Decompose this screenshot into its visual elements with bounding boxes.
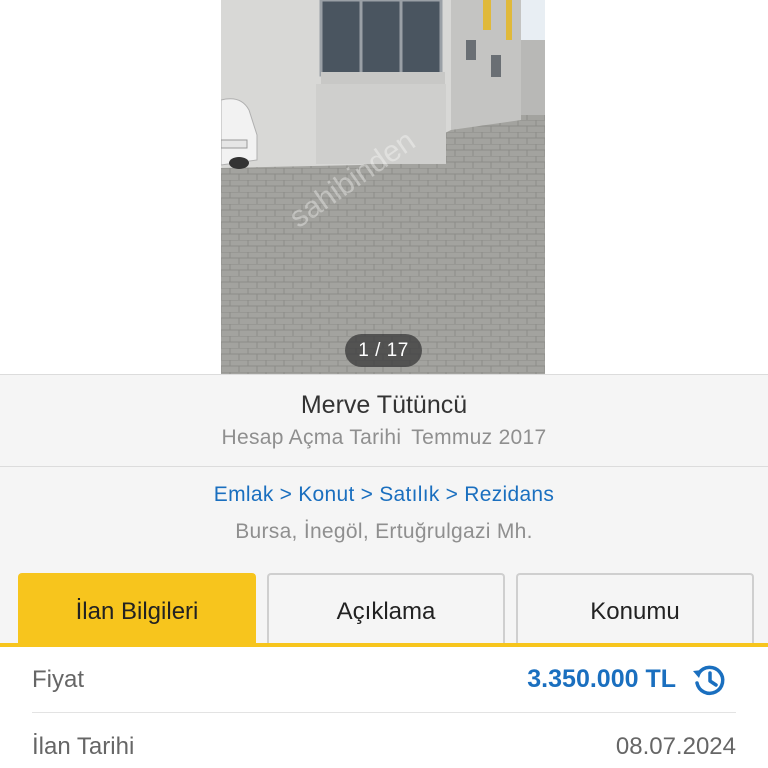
detail-row-date: İlan Tarihi 08.07.2024	[32, 714, 736, 768]
breadcrumb-item-rezidans[interactable]: Rezidans	[464, 483, 554, 506]
tab-ilan-bilgileri[interactable]: İlan Bilgileri	[18, 573, 256, 646]
seller-info[interactable]: Merve Tütüncü Hesap Açma Tarihi Temmuz 20…	[0, 374, 768, 467]
tab-konumu[interactable]: Konumu	[516, 573, 754, 646]
price-label: Fiyat	[32, 666, 85, 693]
photo-counter: 1 / 17	[345, 334, 422, 367]
breadcrumb-item-emlak[interactable]: Emlak	[214, 483, 274, 506]
tab-aciklama[interactable]: Açıklama	[267, 573, 505, 646]
breadcrumb: Emlak > Konut > Satılık > Rezidans	[0, 483, 768, 507]
date-value: 08.07.2024	[615, 733, 736, 760]
detail-row-price: Fiyat 3.350.000 TL	[32, 647, 736, 713]
listing-photo[interactable]: sahibinden	[221, 0, 545, 374]
date-label: İlan Tarihi	[32, 733, 135, 760]
price-value: 3.350.000 TL	[527, 665, 676, 693]
account-opened-value: Temmuz 2017	[411, 426, 547, 449]
photo-gallery: sahibinden 1 / 17	[0, 0, 768, 374]
breadcrumb-item-konut[interactable]: Konut	[298, 483, 354, 506]
account-opened: Hesap Açma Tarihi Temmuz 2017	[0, 426, 768, 450]
history-icon[interactable]	[690, 661, 728, 699]
breadcrumb-separator: >	[445, 483, 459, 506]
category-section: Emlak > Konut > Satılık > Rezidans Bursa, İneg…	[0, 467, 768, 646]
seller-name[interactable]: Merve Tütüncü	[0, 391, 768, 420]
breadcrumb-item-satilik[interactable]: Satılık	[379, 483, 439, 506]
breadcrumb-separator: >	[360, 483, 374, 506]
breadcrumb-separator: >	[279, 483, 293, 506]
account-opened-label: Hesap Açma Tarihi	[221, 426, 402, 449]
listing-location: Bursa, İnegöl, Ertuğrulgazi Mh.	[235, 520, 533, 543]
